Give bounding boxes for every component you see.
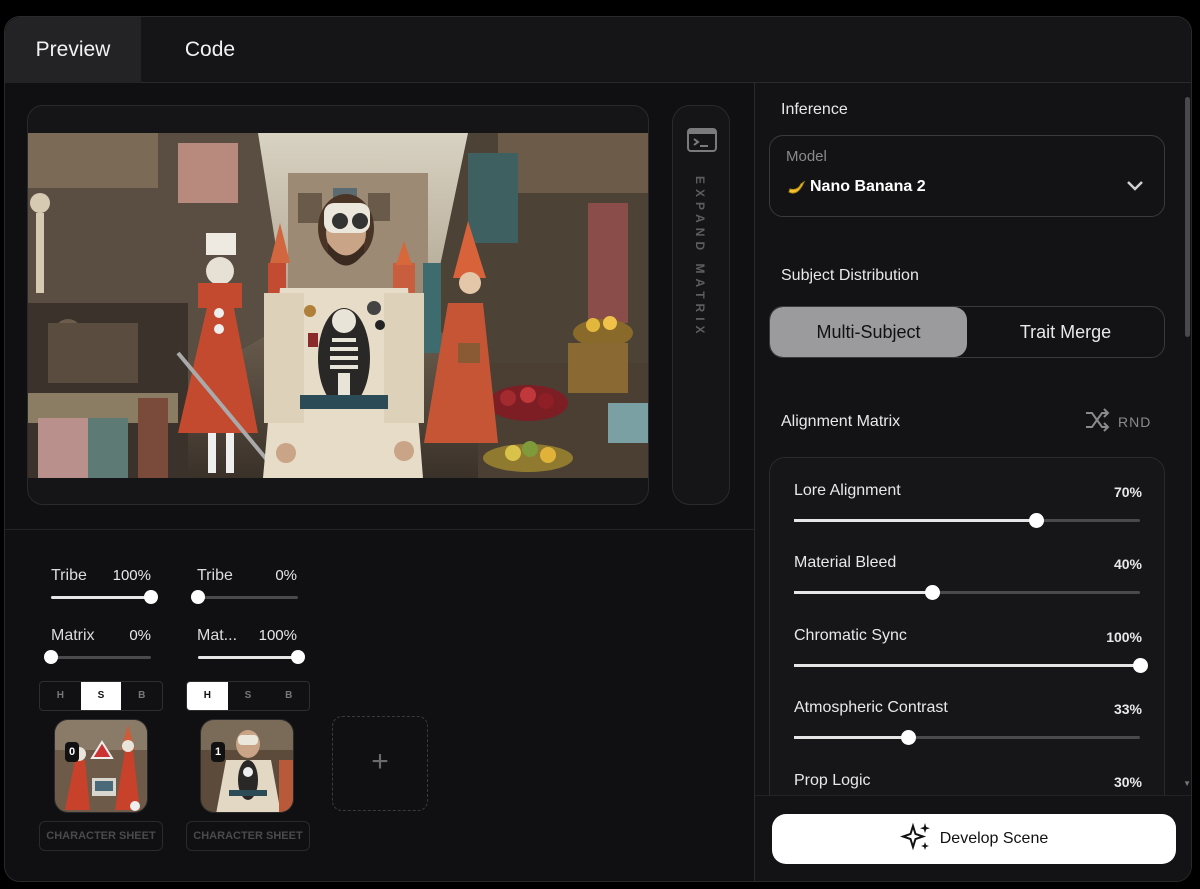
alignment-slider-track[interactable] xyxy=(794,513,1140,528)
tribe-value: 100% xyxy=(112,567,151,584)
chevron-down-icon xyxy=(1124,174,1146,196)
tribe-label: Tribe xyxy=(197,567,233,584)
distribution-toggle[interactable]: Multi-Subject Trait Merge xyxy=(769,306,1165,358)
alignment-slider-track[interactable] xyxy=(794,585,1140,600)
tribe-slider-fill xyxy=(51,596,151,599)
option-trait-merge[interactable]: Trait Merge xyxy=(967,307,1164,357)
alignment-slider-track[interactable] xyxy=(794,658,1148,673)
alignment-slider-fill xyxy=(794,591,932,594)
hsb-toggle[interactable]: H S B xyxy=(39,681,163,711)
tribe-slider-handle[interactable] xyxy=(144,590,158,604)
alignment-slider-row: Atmospheric Contrast 33% xyxy=(770,699,1164,759)
preview-panel: EXPAND MATRIX Tribe 100% Matrix 0% H S B xyxy=(5,83,754,881)
matrix-slider[interactable] xyxy=(198,650,305,664)
alignment-slider-handle[interactable] xyxy=(925,585,940,600)
alignment-slider-row: Material Bleed 40% xyxy=(770,554,1164,614)
alignment-slider-label: Atmospheric Contrast xyxy=(794,699,948,716)
subject-thumbnail[interactable]: 1 xyxy=(200,719,294,813)
alignment-slider-value: 70% xyxy=(1113,484,1142,500)
rnd-label: RND xyxy=(1118,413,1152,430)
subject-index-badge: 0 xyxy=(65,742,79,762)
alignment-title: Alignment Matrix xyxy=(781,413,901,430)
alignment-slider-value: 40% xyxy=(1113,556,1142,572)
alignment-matrix: Lore Alignment 70% Material Bleed 40% Chroma… xyxy=(769,457,1165,817)
tab-bar: Preview Code xyxy=(5,17,1191,83)
tribe-label: Tribe xyxy=(51,567,87,584)
banana-icon xyxy=(786,178,806,198)
alignment-slider-value: 100% xyxy=(1106,629,1142,645)
add-subject-button[interactable]: + xyxy=(332,716,428,811)
alignment-slider-row: Chromatic Sync 100% xyxy=(770,627,1164,687)
alignment-slider-fill xyxy=(794,736,908,739)
expand-matrix-toggle[interactable]: EXPAND MATRIX xyxy=(672,105,730,505)
matrix-value: 0% xyxy=(129,627,151,644)
tribe-slider-handle[interactable] xyxy=(191,590,205,604)
divider xyxy=(5,529,754,530)
scrollbar[interactable] xyxy=(1185,97,1190,337)
alignment-slider-fill xyxy=(794,664,1140,667)
hsb-b[interactable]: B xyxy=(121,682,162,710)
tab-preview[interactable]: Preview xyxy=(5,17,141,83)
hsb-s[interactable]: S xyxy=(228,682,269,710)
alignment-slider-fill xyxy=(794,519,1036,522)
alignment-slider-track[interactable] xyxy=(794,730,1140,745)
tribe-value: 0% xyxy=(275,567,297,584)
model-value: Nano Banana 2 xyxy=(810,178,926,195)
hsb-h[interactable]: H xyxy=(187,682,228,710)
matrix-value: 100% xyxy=(258,627,297,644)
alignment-slider-label: Material Bleed xyxy=(794,554,897,571)
matrix-label: Matrix xyxy=(51,627,95,644)
alignment-slider-label: Chromatic Sync xyxy=(794,627,907,644)
sparkle-icon xyxy=(899,820,934,859)
randomize-button[interactable]: RND xyxy=(1084,407,1151,436)
expand-matrix-label: EXPAND MATRIX xyxy=(693,176,707,339)
hsb-s[interactable]: S xyxy=(80,682,122,710)
matrix-label: Mat... xyxy=(197,627,238,644)
shuffle-icon xyxy=(1084,407,1110,436)
tribe-slider[interactable] xyxy=(51,590,158,604)
hsb-b[interactable]: B xyxy=(268,682,309,710)
matrix-slider-handle[interactable] xyxy=(291,650,305,664)
subject-thumbnail[interactable]: 0 xyxy=(54,719,148,813)
alignment-slider-value: 33% xyxy=(1113,701,1142,717)
alignment-slider-label: Lore Alignment xyxy=(794,482,901,499)
hsb-h[interactable]: H xyxy=(40,682,81,710)
tab-code[interactable]: Code xyxy=(155,17,265,83)
alignment-slider-value: 30% xyxy=(1113,774,1142,790)
develop-scene-button[interactable]: Develop Scene xyxy=(772,814,1176,864)
alignment-slider-handle[interactable] xyxy=(1133,658,1148,673)
develop-scene-label: Develop Scene xyxy=(939,830,1049,847)
model-select[interactable]: Model Nano Banana 2 xyxy=(769,135,1165,217)
inference-title: Inference xyxy=(781,101,848,118)
subject-index-badge: 1 xyxy=(211,742,225,762)
hsb-toggle[interactable]: H S B xyxy=(186,681,310,711)
settings-panel: Inference Model Nano Banana 2 Subject Di… xyxy=(754,83,1191,881)
matrix-slider[interactable] xyxy=(44,650,151,664)
alignment-slider-handle[interactable] xyxy=(901,730,916,745)
terminal-icon xyxy=(687,128,717,152)
alignment-slider-row: Lore Alignment 70% xyxy=(770,482,1164,542)
character-sheet-button[interactable]: CHARACTER SHEET xyxy=(186,821,310,851)
option-multi-subject[interactable]: Multi-Subject xyxy=(770,307,967,357)
alignment-slider-label: Prop Logic xyxy=(794,772,871,789)
matrix-slider-fill xyxy=(198,656,298,659)
alignment-slider-handle[interactable] xyxy=(1029,513,1044,528)
matrix-slider-handle[interactable] xyxy=(44,650,58,664)
tribe-slider[interactable] xyxy=(191,590,298,604)
generated-scene-image xyxy=(28,133,648,478)
scroll-down-arrow-icon[interactable]: ▼ xyxy=(1183,779,1191,788)
footer: Develop Scene xyxy=(755,795,1191,881)
app-window: Preview Code EXPAND MATRIX Tribe 100% Ma… xyxy=(4,16,1192,882)
character-sheet-button[interactable]: CHARACTER SHEET xyxy=(39,821,163,851)
model-label: Model xyxy=(786,148,827,165)
distribution-title: Subject Distribution xyxy=(781,267,919,284)
